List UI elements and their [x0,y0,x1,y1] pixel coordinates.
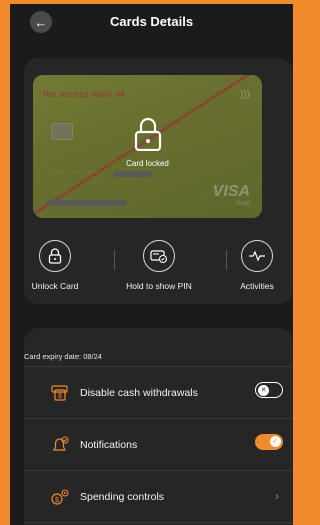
lock-indicator: Card locked [33,117,262,168]
activities-button[interactable]: Activities [212,240,293,291]
padlock-icon [39,240,71,272]
card-expiry-date: Card expiry date: 08/24 [24,352,102,361]
disable-cash-withdrawals-label: Disable cash withdrawals [80,386,198,399]
padlock-icon [134,117,161,151]
arrow-left-icon: ← [34,14,48,30]
notifications-row[interactable]: Notifications ✓ [24,418,293,470]
bank-card: the access bank uk ))) ···· ···· ···· VI… [33,75,262,218]
unlock-card-button[interactable]: Unlock Card [10,240,100,291]
card-locked-label: Card locked [126,159,169,168]
svg-text:$: $ [55,497,59,504]
page-title: Cards Details [109,13,194,29]
show-pin-button[interactable]: Hold to show PIN [114,240,204,291]
show-pin-label: Hold to show PIN [126,281,192,291]
bell-icon [50,435,70,455]
toggle-off-icon: ✕ [258,384,269,396]
notifications-label: Notifications [80,438,138,451]
svg-text:$: $ [58,393,62,400]
chevron-right-icon: › [275,489,279,503]
card-pin-icon [143,240,175,272]
spending-controls-label: Spending controls [80,490,165,503]
spending-controls-row[interactable]: $ Spending controls › [24,470,293,522]
pulse-icon [241,240,273,272]
disable-cash-withdrawals-row[interactable]: $ Disable cash withdrawals ✕ [24,366,293,418]
back-button[interactable]: ← [30,11,52,33]
cards-details-screen: ← Cards Details the access bank uk ))) ·… [10,4,293,525]
cash-icon: $ [50,383,70,403]
notifications-toggle[interactable]: ✓ [255,434,283,450]
header: ← Cards Details [10,4,293,44]
disable-cash-withdrawals-toggle[interactable]: ✕ [255,382,283,398]
card-actions: Unlock Card Hold to show PIN Activities [14,232,283,302]
spending-controls-icon: $ [50,487,70,507]
activities-label: Activities [240,281,274,291]
checkmark-icon: ✓ [269,436,281,447]
unlock-card-label: Unlock Card [31,281,79,291]
